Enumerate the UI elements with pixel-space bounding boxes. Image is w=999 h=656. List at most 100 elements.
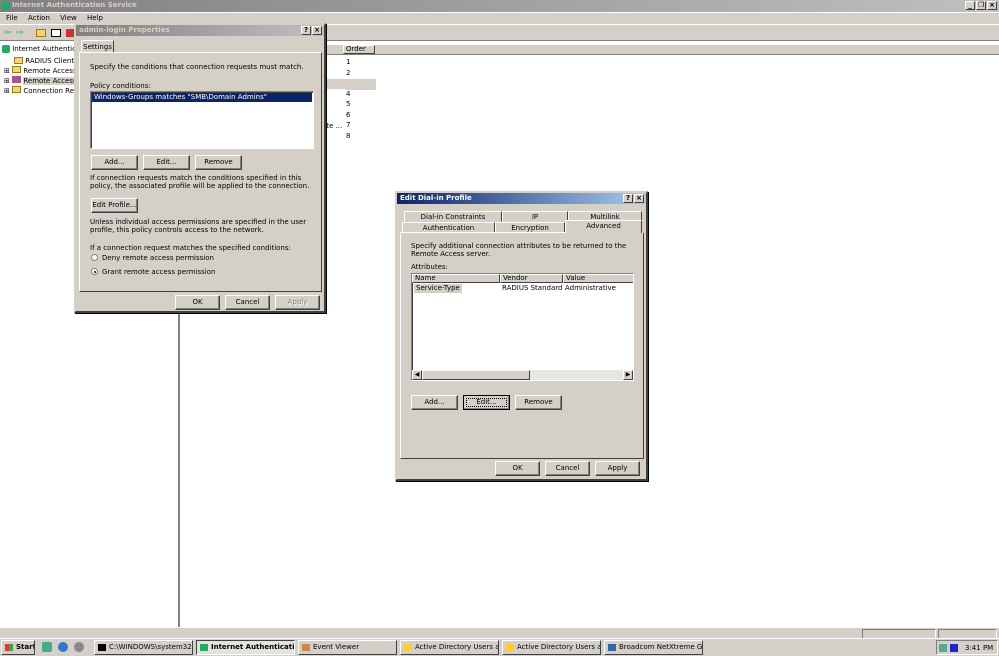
scroll-left-icon[interactable]: ◀ — [412, 370, 422, 380]
windows-logo-icon — [5, 644, 13, 651]
scroll-right-icon[interactable]: ▶ — [623, 370, 633, 380]
help-icon[interactable]: ? — [301, 26, 311, 35]
dialin-title-bar[interactable]: Edit Dial-in Profile ? × — [397, 193, 646, 204]
menu-file[interactable]: File — [6, 14, 18, 22]
edit-condition-button[interactable]: Edit... — [143, 155, 190, 170]
system-tray: 3:41 PM — [936, 640, 998, 655]
remove-attribute-button[interactable]: Remove — [515, 395, 562, 410]
deny-label[interactable]: Deny remote access permission — [102, 254, 214, 262]
edit-attribute-button[interactable]: Edit... — [463, 395, 510, 410]
forward-arrow-icon[interactable]: ⇨ — [16, 28, 24, 38]
tab-ip[interactable]: IP — [502, 211, 568, 222]
order-value: 2 — [346, 68, 351, 77]
help-icon[interactable] — [66, 29, 74, 37]
order-value: 8 — [346, 131, 351, 140]
apply-button[interactable]: Apply — [595, 461, 640, 476]
settings-panel: Specify the conditions that connection r… — [79, 52, 322, 292]
tab-advanced[interactable]: Advanced — [565, 220, 642, 233]
cancel-button[interactable]: Cancel — [225, 295, 270, 310]
start-button[interactable]: Start — [1, 640, 35, 655]
minimize-icon[interactable]: _ — [965, 1, 975, 10]
attribute-vendor: RADIUS Standard — [502, 284, 563, 292]
advanced-panel: Specify additional connection attributes… — [400, 232, 644, 459]
menu-help[interactable]: Help — [87, 14, 103, 22]
up-folder-icon[interactable] — [36, 29, 46, 37]
folder-icon — [14, 57, 23, 64]
tree-item-root[interactable]: Internet Authentica — [2, 45, 80, 53]
column-header-name[interactable]: Name — [412, 274, 500, 283]
attribute-name: Service-Type — [414, 284, 462, 293]
show-pane-icon[interactable] — [51, 29, 61, 37]
add-condition-button[interactable]: Add... — [91, 155, 138, 170]
tree-item-radius-clients[interactable]: RADIUS Clients — [14, 56, 78, 65]
order-value: 5 — [346, 100, 351, 108]
tree-item-remote-access-policies[interactable]: ⊞ Remote Access — [4, 76, 77, 85]
horizontal-scrollbar[interactable]: ◀ ▶ — [412, 370, 633, 380]
dialin-title: Edit Dial-in Profile — [400, 194, 472, 202]
permission-text: Unless individual access permissions are… — [90, 218, 307, 234]
row-highlight — [326, 79, 376, 89]
quicklaunch-ie-icon[interactable] — [58, 642, 68, 652]
quicklaunch-media-icon[interactable] — [74, 642, 84, 652]
folder-icon — [12, 66, 22, 73]
clock: 3:41 PM — [965, 644, 994, 652]
properties-title-bar[interactable]: admin-login Properties ? × — [76, 25, 324, 36]
remove-condition-button[interactable]: Remove — [195, 155, 242, 170]
apply-button[interactable]: Apply — [275, 295, 320, 310]
help-icon[interactable]: ? — [623, 194, 633, 203]
expand-icon[interactable]: ⊞ — [4, 87, 10, 95]
main-window-title: Internet Authentication Service — [12, 1, 137, 9]
table-row[interactable]: Service-Type RADIUS Standard Administrat… — [412, 284, 633, 293]
grant-radio[interactable] — [91, 268, 98, 275]
task-ad-users-1[interactable]: Active Directory Users a... — [400, 640, 499, 655]
tree-item-connection-request[interactable]: ⊞ Connection Req — [4, 86, 78, 95]
expand-icon[interactable]: ⊞ — [4, 67, 10, 75]
edit-profile-button[interactable]: Edit Profile... — [91, 198, 138, 213]
properties-title: admin-login Properties — [79, 26, 170, 34]
network-adapter-icon — [608, 644, 616, 651]
attributes-list[interactable]: Name Vendor Value Service-Type RADIUS St… — [411, 273, 634, 381]
policy-icon — [12, 76, 22, 83]
folder-icon — [12, 86, 22, 93]
advanced-intro: Specify additional connection attributes… — [411, 242, 627, 258]
order-value: 4 — [346, 89, 351, 98]
ok-button[interactable]: OK — [175, 295, 220, 310]
profile-text: If connection requests match the conditi… — [90, 174, 310, 190]
properties-dialog: admin-login Properties ? × Settings Spec… — [74, 23, 326, 313]
column-header-vendor[interactable]: Vendor — [500, 274, 563, 283]
tree-item-remote-access-logging[interactable]: ⊞ Remote Access — [4, 66, 77, 75]
column-header-order[interactable]: Order — [343, 45, 375, 54]
order-value: 7 — [346, 121, 351, 129]
back-arrow-icon[interactable]: ⇦ — [4, 28, 12, 38]
add-attribute-button[interactable]: Add... — [411, 395, 458, 410]
close-icon[interactable]: × — [312, 26, 322, 35]
task-ad-users-2[interactable]: Active Directory Users a... — [502, 640, 601, 655]
menu-action[interactable]: Action — [28, 14, 50, 22]
event-viewer-icon — [302, 644, 310, 651]
column-header-value[interactable]: Value — [563, 274, 633, 283]
cancel-button[interactable]: Cancel — [545, 461, 590, 476]
task-broadcom[interactable]: Broadcom NetXtreme Gig... — [604, 640, 703, 655]
restore-icon[interactable]: ❐ — [976, 1, 986, 10]
ok-button[interactable]: OK — [495, 461, 540, 476]
order-column: 1 2 3 4 5 6 7 8 — [346, 58, 376, 142]
quicklaunch-explorer-icon[interactable] — [42, 642, 52, 652]
tab-dialin-constraints[interactable]: Dial-in Constraints — [404, 211, 502, 222]
ias-icon — [2, 45, 10, 53]
main-title-bar[interactable]: Internet Authentication Service _ ❐ × — [0, 0, 999, 12]
ad-users-icon — [404, 644, 412, 651]
grant-label[interactable]: Grant remote access permission — [102, 268, 215, 276]
policy-conditions-list[interactable]: Windows-Groups matches "SMB\Domain Admin… — [90, 91, 314, 149]
expand-icon[interactable]: ⊞ — [4, 77, 10, 85]
deny-radio[interactable] — [91, 254, 98, 261]
task-cmd[interactable]: C:\WINDOWS\system32... — [94, 640, 193, 655]
close-icon[interactable]: × — [987, 1, 997, 10]
condition-item[interactable]: Windows-Groups matches "SMB\Domain Admin… — [92, 93, 312, 102]
tray-network-icon[interactable] — [939, 644, 947, 652]
menu-view[interactable]: View — [60, 14, 77, 22]
task-ias[interactable]: Internet Authenticati... — [196, 640, 295, 655]
close-icon[interactable]: × — [634, 194, 644, 203]
task-event-viewer[interactable]: Event Viewer — [298, 640, 397, 655]
tray-media-icon[interactable] — [950, 644, 958, 652]
scroll-thumb[interactable] — [422, 370, 530, 380]
